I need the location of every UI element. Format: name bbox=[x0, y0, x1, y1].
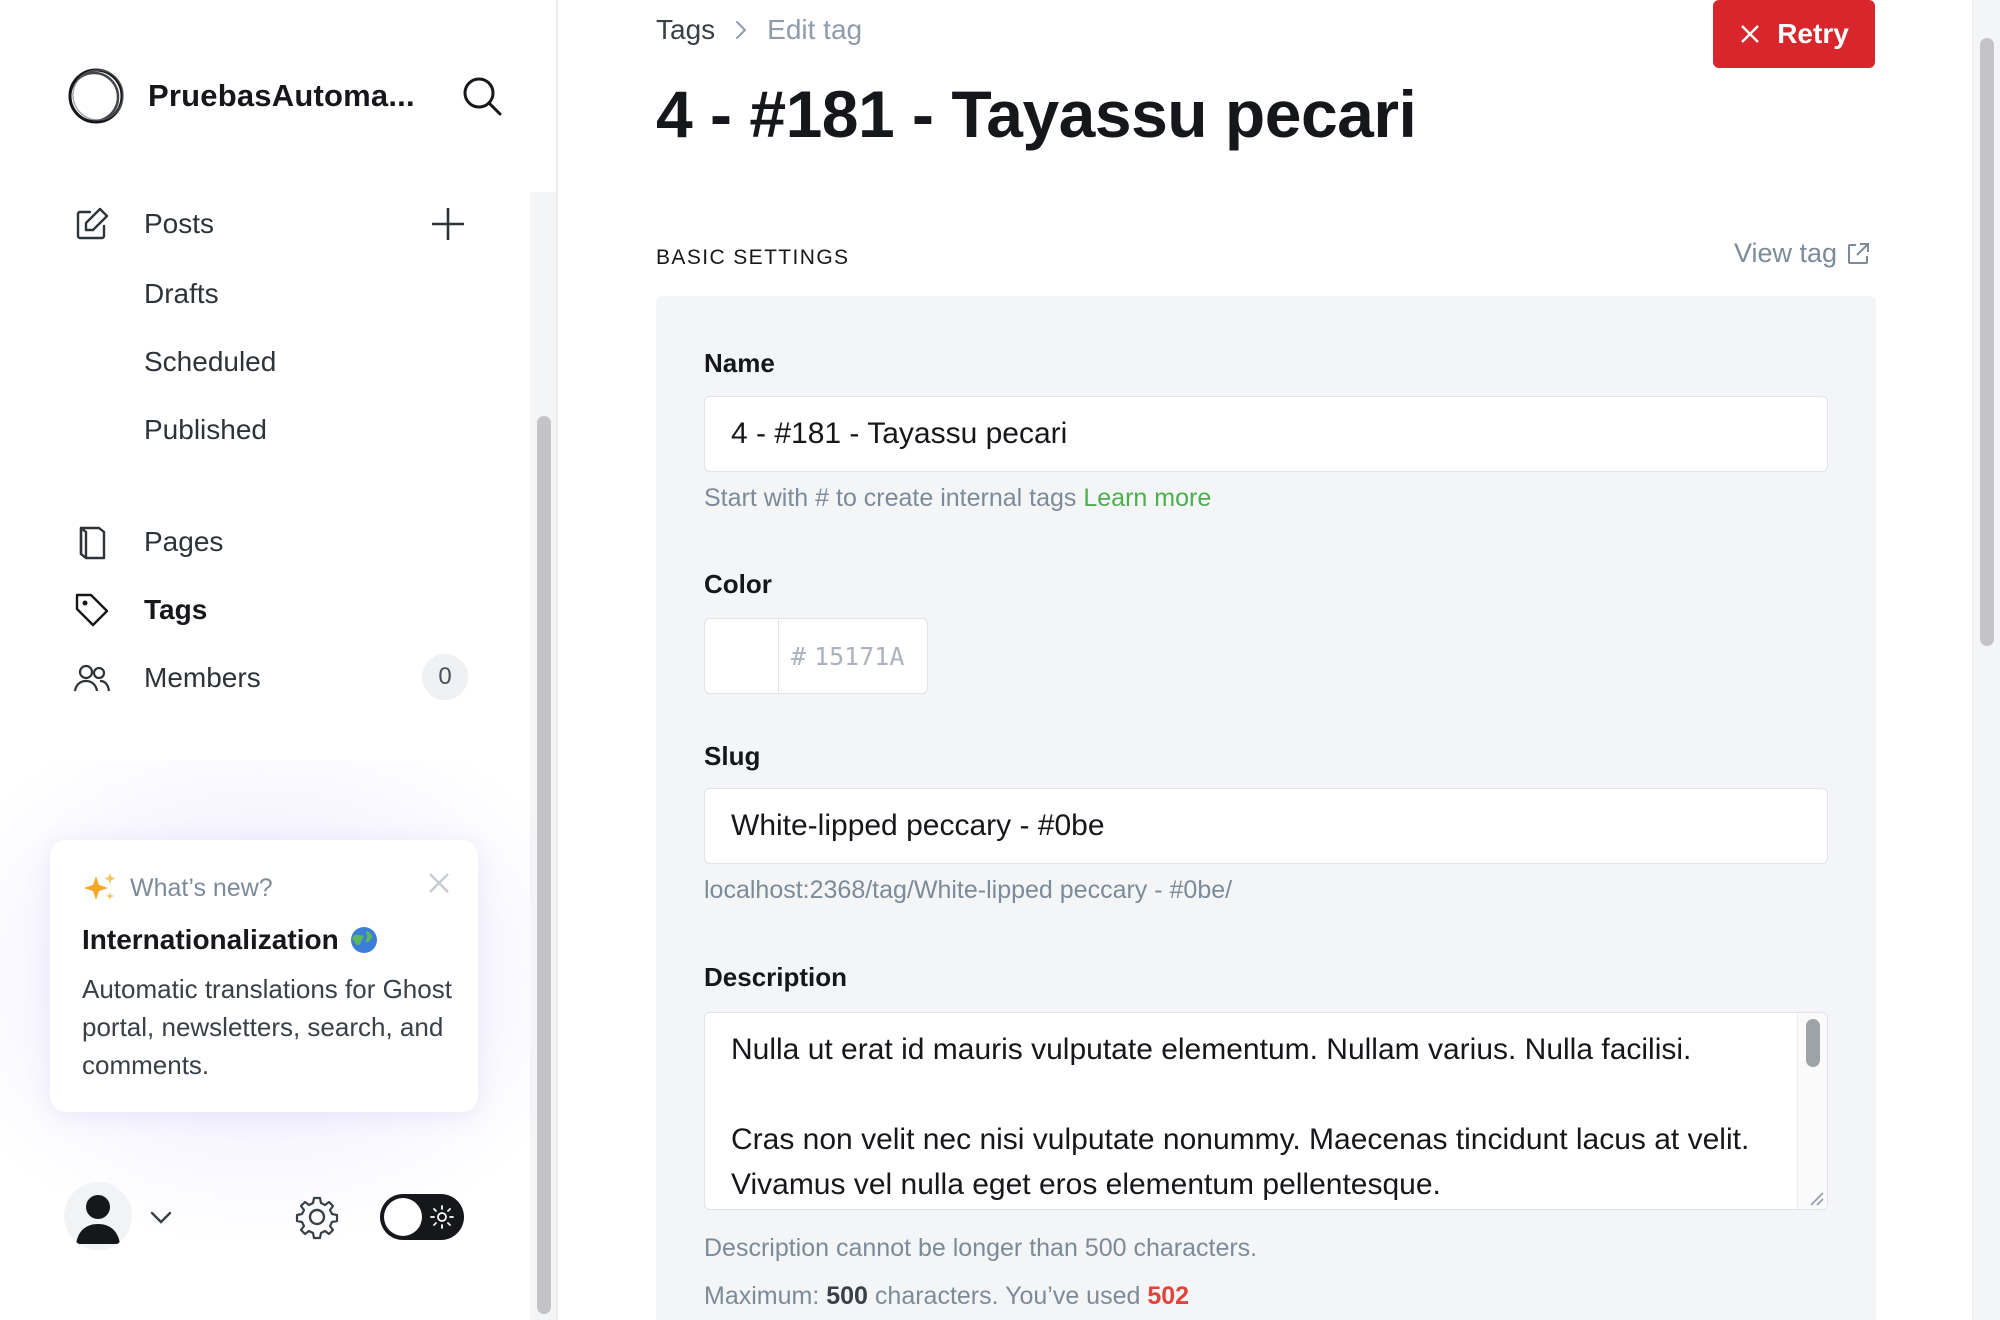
used-value: 502 bbox=[1147, 1282, 1190, 1310]
whats-new-card[interactable]: What’s new? Internationalization Automat… bbox=[50, 840, 478, 1112]
slug-url-preview: localhost:2368/tag/White-lipped peccary … bbox=[704, 876, 1233, 904]
sidebar-item-label: Tags bbox=[144, 594, 208, 625]
description-scrollbar[interactable] bbox=[1797, 1013, 1827, 1209]
close-icon bbox=[1741, 25, 1760, 43]
avatar[interactable] bbox=[64, 1182, 132, 1250]
toggle-knob bbox=[384, 1198, 422, 1236]
user-icon bbox=[76, 1195, 120, 1244]
whats-new-heading-row: What’s new? bbox=[82, 870, 446, 906]
site-title[interactable]: PruebasAutoma... bbox=[148, 78, 418, 114]
search-icon[interactable] bbox=[460, 74, 504, 118]
sidebar-footer bbox=[64, 1182, 474, 1252]
color-input[interactable]: # 15171A bbox=[779, 619, 904, 693]
whats-new-body: Automatic translations for Ghost portal,… bbox=[82, 974, 452, 1080]
sidebar: PruebasAutoma... Posts Drafts Scheduled … bbox=[0, 0, 558, 1320]
description-text[interactable]: Nulla ut erat id mauris vulputate elemen… bbox=[731, 1027, 1781, 1207]
name-label: Name bbox=[704, 348, 775, 378]
chevron-right-icon bbox=[736, 21, 747, 39]
description-count: Maximum: 500 characters. You’ve used 502 bbox=[704, 1282, 1189, 1311]
max-prefix: Maximum: bbox=[704, 1282, 820, 1310]
sidebar-scrollbar-thumb[interactable] bbox=[537, 416, 551, 1314]
whats-new-heading: What’s new? bbox=[130, 873, 273, 902]
resize-handle-icon[interactable] bbox=[1805, 1187, 1825, 1207]
sun-icon bbox=[430, 1205, 454, 1229]
edit-icon bbox=[76, 207, 109, 240]
whats-new-title: Internationalization bbox=[82, 924, 339, 955]
breadcrumb-current: Edit tag bbox=[767, 14, 863, 45]
learn-more-link[interactable]: Learn more bbox=[1083, 484, 1211, 512]
used-prefix: characters. You’ve used bbox=[874, 1282, 1141, 1310]
retry-label: Retry bbox=[1777, 18, 1849, 49]
sidebar-item-tags[interactable]: Tags bbox=[72, 580, 472, 640]
sparkle-icon bbox=[84, 873, 116, 900]
theme-toggle[interactable] bbox=[380, 1194, 464, 1240]
page-scrollbar[interactable] bbox=[1972, 0, 2000, 1320]
sidebar-item-published[interactable]: Published bbox=[144, 400, 474, 460]
section-label: BASIC SETTINGS bbox=[656, 246, 850, 269]
chevron-down-icon[interactable] bbox=[148, 1204, 174, 1230]
retry-button[interactable]: Retry bbox=[1713, 0, 1875, 68]
sidebar-item-label: Posts bbox=[144, 208, 215, 239]
close-icon[interactable] bbox=[426, 870, 452, 896]
name-hint: Start with # to create internal tags Lea… bbox=[704, 484, 1211, 513]
sidebar-item-label: Scheduled bbox=[144, 346, 277, 377]
slug-input[interactable] bbox=[704, 788, 1828, 864]
sidebar-item-label: Members bbox=[144, 662, 261, 693]
basic-settings-panel: Name Start with # to create internal tag… bbox=[656, 296, 1876, 1320]
tag-icon bbox=[75, 593, 109, 627]
site-logo-icon[interactable] bbox=[64, 64, 128, 128]
breadcrumb: Tags Edit tag bbox=[656, 14, 862, 46]
color-value: 15171A bbox=[814, 641, 905, 671]
sidebar-item-drafts[interactable]: Drafts bbox=[144, 264, 474, 324]
members-icon bbox=[73, 664, 111, 692]
breadcrumb-tags-link[interactable]: Tags bbox=[656, 14, 715, 46]
page-scrollbar-thumb[interactable] bbox=[1980, 38, 1994, 646]
add-post-icon[interactable] bbox=[428, 204, 468, 244]
slug-label: Slug bbox=[704, 741, 761, 771]
globe-icon bbox=[350, 927, 377, 953]
page-icon bbox=[79, 526, 106, 560]
sidebar-item-members[interactable]: Members bbox=[72, 648, 472, 708]
description-textarea[interactable]: Nulla ut erat id mauris vulputate elemen… bbox=[704, 1012, 1828, 1210]
description-label: Description bbox=[704, 962, 848, 992]
color-label: Color bbox=[704, 569, 772, 599]
description-scrollbar-thumb[interactable] bbox=[1806, 1019, 1820, 1067]
view-tag-label: View tag bbox=[1734, 238, 1838, 268]
page-title: 4 - #181 - Tayassu pecari bbox=[656, 77, 1417, 151]
sidebar-item-pages[interactable]: Pages bbox=[72, 512, 472, 572]
gear-icon[interactable] bbox=[294, 1194, 340, 1240]
sidebar-item-posts[interactable]: Posts bbox=[72, 194, 472, 254]
sidebar-item-label: Pages bbox=[144, 526, 224, 557]
whats-new-title-row: Internationalization bbox=[82, 924, 446, 956]
color-swatch[interactable] bbox=[705, 619, 779, 693]
sidebar-scrollbar[interactable] bbox=[530, 192, 556, 1320]
sidebar-item-label: Drafts bbox=[144, 278, 219, 309]
sidebar-item-label: Published bbox=[144, 414, 267, 445]
max-value: 500 bbox=[826, 1282, 868, 1310]
name-input[interactable] bbox=[704, 396, 1828, 472]
color-field[interactable]: # 15171A bbox=[704, 618, 928, 694]
color-hash: # bbox=[791, 641, 807, 671]
members-count-badge: 0 bbox=[422, 654, 468, 700]
view-tag-link[interactable]: View tag bbox=[1734, 238, 1871, 269]
external-link-icon bbox=[1848, 242, 1870, 264]
name-hint-text: Start with # to create internal tags bbox=[704, 484, 1077, 512]
site-header: PruebasAutoma... bbox=[64, 62, 504, 130]
description-limit-hint: Description cannot be longer than 500 ch… bbox=[704, 1234, 1258, 1262]
sidebar-item-scheduled[interactable]: Scheduled bbox=[144, 332, 474, 392]
main-content: Tags Edit tag Retry 4 - #181 - Tayassu p… bbox=[560, 0, 1972, 1320]
